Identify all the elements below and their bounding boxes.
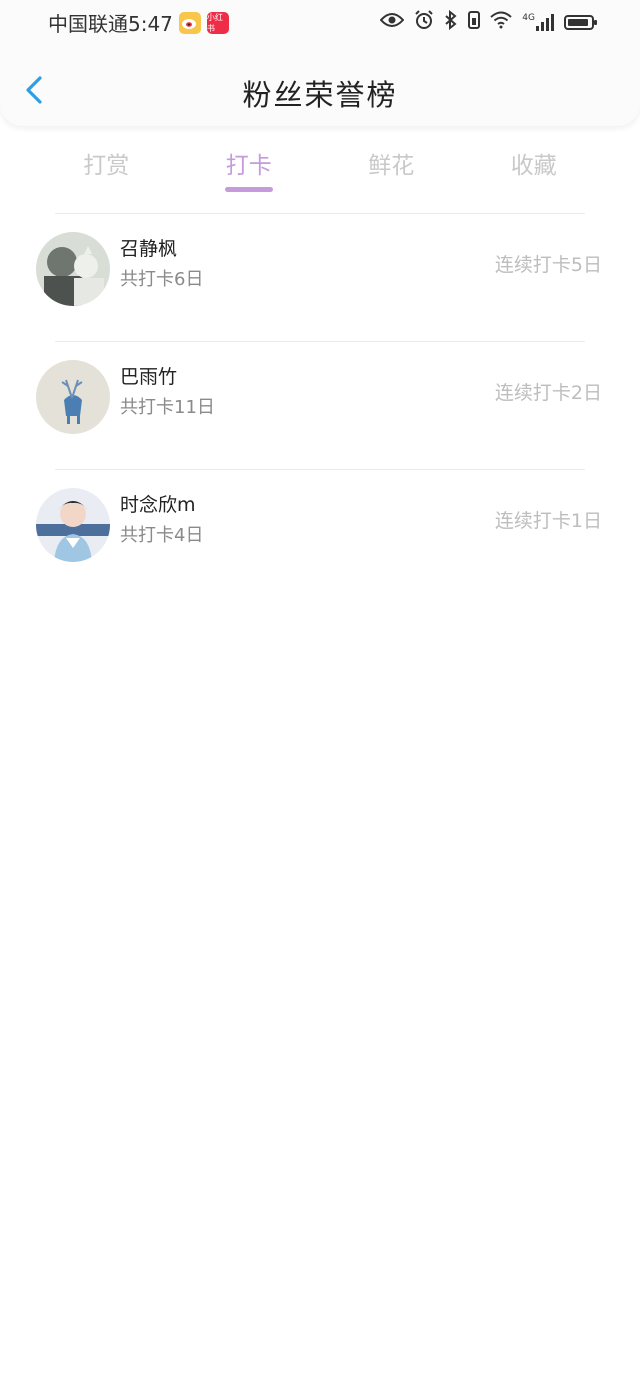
tab-label: 收藏 (510, 153, 557, 179)
user-name: 时念欣m (120, 494, 196, 516)
tab-label: 鲜花 (368, 153, 415, 179)
network-type: 4G (522, 13, 535, 23)
total-checkins: 共打卡6日 (120, 269, 204, 290)
carrier-time: 中国联通5:47 (48, 12, 173, 36)
avatar (36, 488, 110, 562)
status-right: 4G (379, 9, 597, 34)
divider (55, 341, 585, 342)
active-tab-indicator (224, 187, 273, 192)
cellular-group: 4G (522, 13, 554, 31)
tab-bar: 打赏 打卡 鲜花 收藏 (35, 140, 605, 196)
tab-favorites[interactable]: 收藏 (463, 140, 606, 196)
tab-label: 打赏 (83, 153, 130, 179)
tab-label: 打卡 (225, 153, 272, 179)
list-item[interactable]: 巴雨竹 共打卡11日 连续打卡2日 (0, 350, 640, 470)
total-checkins: 共打卡4日 (120, 525, 204, 546)
streak-count: 连续打卡5日 (494, 254, 602, 276)
streak-count: 连续打卡1日 (494, 510, 602, 532)
xiaohongshu-icon: 小红书 (206, 11, 229, 34)
avatar (36, 232, 110, 306)
nav-bar: 粉丝荣誉榜 (0, 52, 640, 126)
signal-icon (536, 13, 554, 31)
bluetooth-icon (444, 9, 458, 34)
wifi-icon (490, 11, 512, 33)
tab-reward[interactable]: 打赏 (35, 140, 178, 196)
list-item[interactable]: 时念欣m 共打卡4日 连续打卡1日 (0, 478, 640, 598)
user-name: 召静枫 (120, 238, 178, 260)
status-bar: 中国联通5:47 小红书 4G (0, 0, 640, 44)
list-item[interactable]: 召静枫 共打卡6日 连续打卡5日 (0, 222, 640, 342)
total-checkins: 共打卡11日 (120, 397, 215, 418)
battery-icon (564, 14, 597, 30)
eye-icon (379, 12, 405, 32)
user-name: 巴雨竹 (120, 366, 178, 388)
tab-checkin[interactable]: 打卡 (178, 140, 321, 196)
streak-count: 连续打卡2日 (494, 382, 602, 404)
divider (55, 213, 585, 214)
header-card: 中国联通5:47 小红书 4G 粉丝荣誉榜 (0, 0, 640, 126)
page-title: 粉丝荣誉榜 (242, 78, 398, 112)
divider (55, 469, 585, 470)
tab-flowers[interactable]: 鲜花 (320, 140, 463, 196)
weibo-icon (178, 11, 201, 34)
avatar (36, 360, 110, 434)
alarm-icon (414, 10, 434, 34)
status-left: 中国联通5:47 小红书 (48, 8, 229, 37)
vibrate-battery-icon (468, 10, 481, 34)
